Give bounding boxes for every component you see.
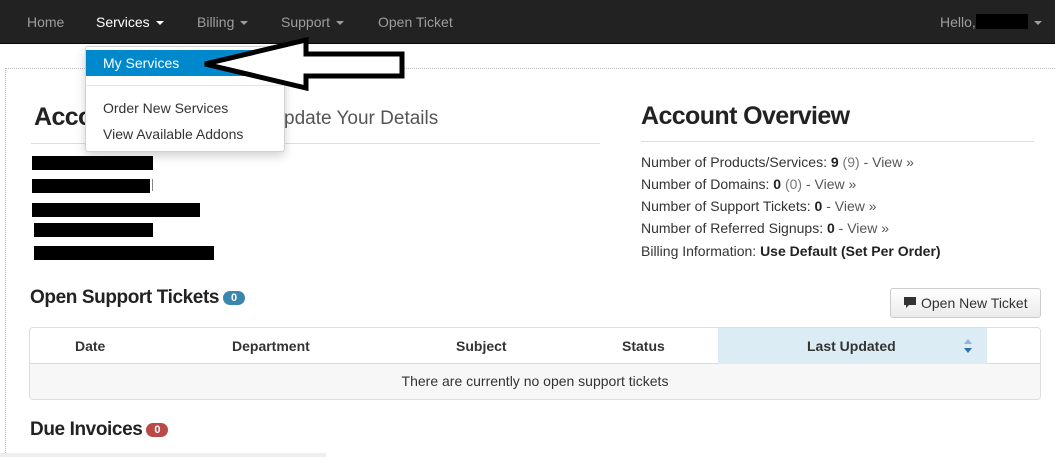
annotation-arrow-icon (204, 36, 405, 92)
